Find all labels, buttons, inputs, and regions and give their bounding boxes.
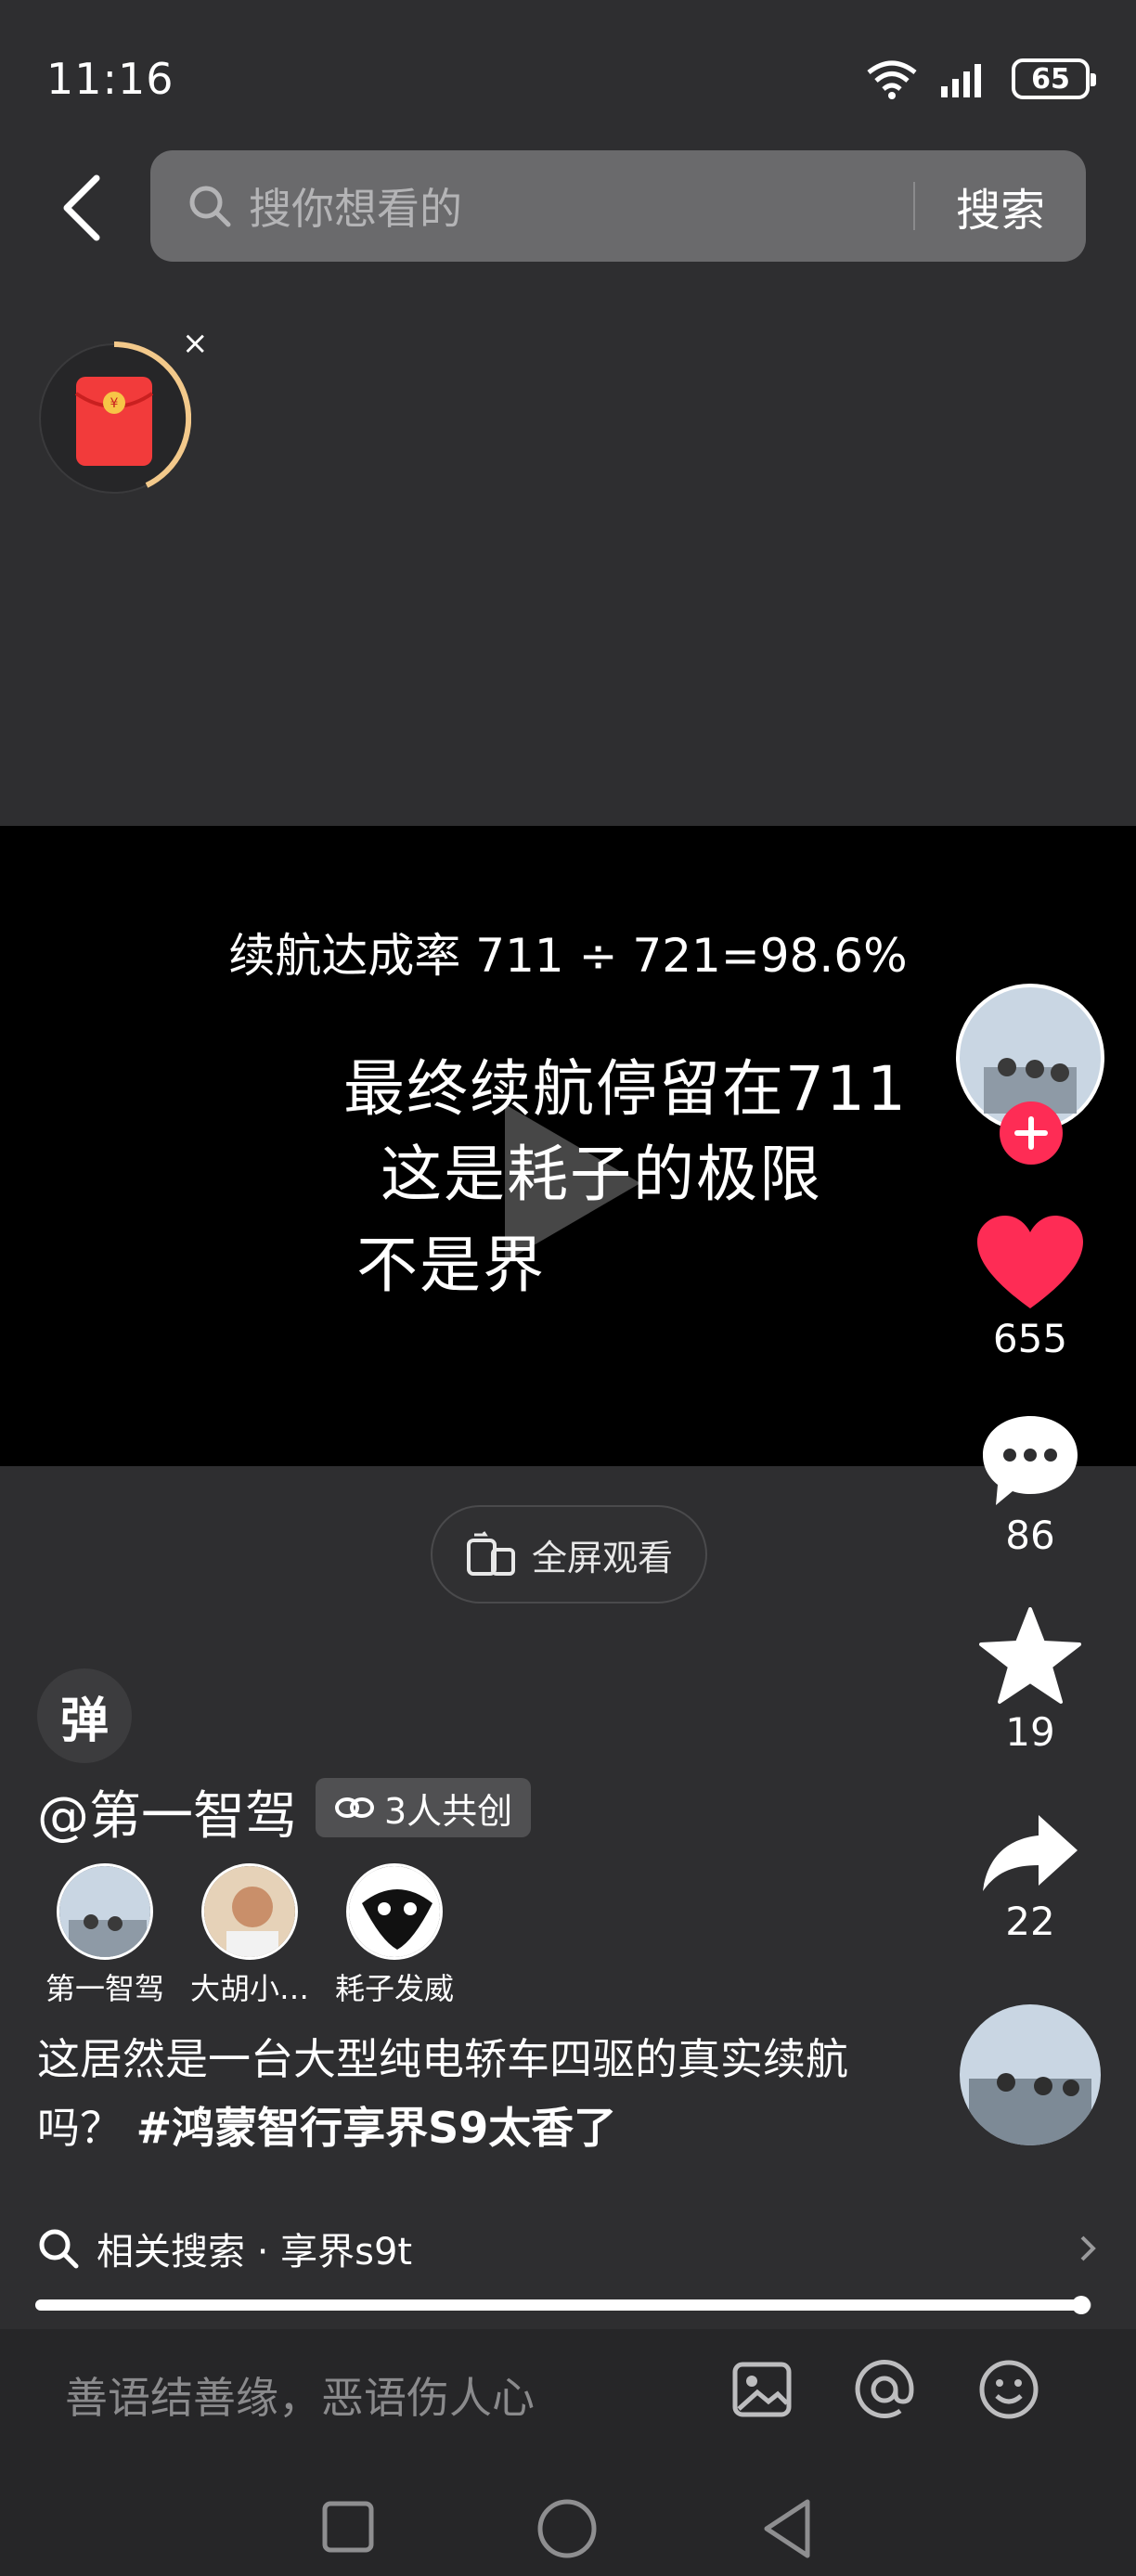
search-icon [39,2229,79,2269]
creator-item[interactable]: 耗子发威 [316,1863,473,2008]
heart-icon [977,1216,1083,1308]
co-create-label: 3人共创 [384,1790,513,1832]
share-icon [983,1815,1078,1891]
creator-item[interactable]: 大胡小… [171,1863,329,2008]
star-icon [979,1607,1081,1704]
co-create-badge[interactable]: 3人共创 [316,1778,532,1837]
progress-thumb[interactable] [1072,2296,1091,2314]
comment-count: 86 [1005,1513,1055,1558]
back-button[interactable] [56,171,111,245]
related-search[interactable]: 相关搜索 · 享界s9t [37,2218,1099,2279]
avatar [57,1863,153,1960]
fullscreen-button[interactable]: 全屏观看 [431,1505,707,1604]
svg-text:¥: ¥ [110,396,119,411]
comment-input[interactable]: 善语结善缘，恶语伤人心 [65,2364,535,2426]
progress-fill [35,2299,1081,2311]
follow-plus-icon[interactable] [999,1101,1064,1166]
like-count: 655 [992,1316,1068,1361]
related-search-label: 相关搜索 · 享界s9t [97,2231,413,2273]
emoji-icon[interactable] [976,2357,1041,2422]
music-disc[interactable] [960,2004,1101,2145]
favorite-button[interactable]: 19 [947,1607,1114,1755]
search-bar[interactable]: 搜你想看的 搜索 [150,150,1086,262]
video-description: 这居然是一台大型纯电轿车四驱的真实续航吗？ #鸿蒙智行享界S9太香了 [37,2025,928,2162]
red-packet-icon[interactable]: ¥ [37,341,191,496]
fullscreen-label: 全屏观看 [531,1537,673,1578]
hashtag-link[interactable]: #鸿蒙智行享界S9太香了 [136,2103,617,2153]
mention-icon[interactable] [852,2357,917,2422]
battery-icon: 65 [1012,58,1096,99]
close-icon[interactable]: × [182,325,209,362]
recent-apps-icon[interactable] [321,2500,375,2554]
link-icon [335,1797,374,1818]
home-icon[interactable] [536,2498,598,2559]
search-icon [189,186,231,227]
author-name[interactable]: @第一智驾 [37,1774,297,1849]
favorite-count: 19 [1005,1709,1055,1755]
creator-name: 第一智驾 [45,1971,164,2006]
comment-icon [983,1416,1078,1505]
fullscreen-icon [466,1531,515,1576]
share-button[interactable]: 22 [947,1811,1114,1944]
avatar [201,1863,298,1960]
comment-button[interactable]: 86 [947,1412,1114,1558]
video-caption: 续航达成率 711 ÷ 721=98.6% [228,929,908,983]
image-icon[interactable] [729,2357,794,2422]
status-icons: 65 [865,58,1096,100]
wifi-icon [867,60,917,99]
avatar [346,1863,443,1960]
creator-name: 耗子发威 [334,1971,454,2006]
chevron-right-icon [1080,2235,1096,2261]
back-nav-icon[interactable] [759,2496,815,2561]
danmaku-label: 弹 [59,1693,109,1749]
status-time: 11:16 [46,54,174,104]
like-button[interactable]: 655 [947,1216,1114,1361]
signal-icon [941,64,981,97]
play-icon[interactable] [492,1095,650,1271]
creator-name: 大胡小… [189,1971,309,2006]
share-count: 22 [1005,1899,1055,1944]
search-button[interactable]: 搜索 [915,174,1086,238]
creator-item[interactable]: 第一智驾 [26,1863,184,2008]
danmaku-button[interactable]: 弹 [37,1668,132,1763]
search-input[interactable]: 搜你想看的 [249,175,913,237]
